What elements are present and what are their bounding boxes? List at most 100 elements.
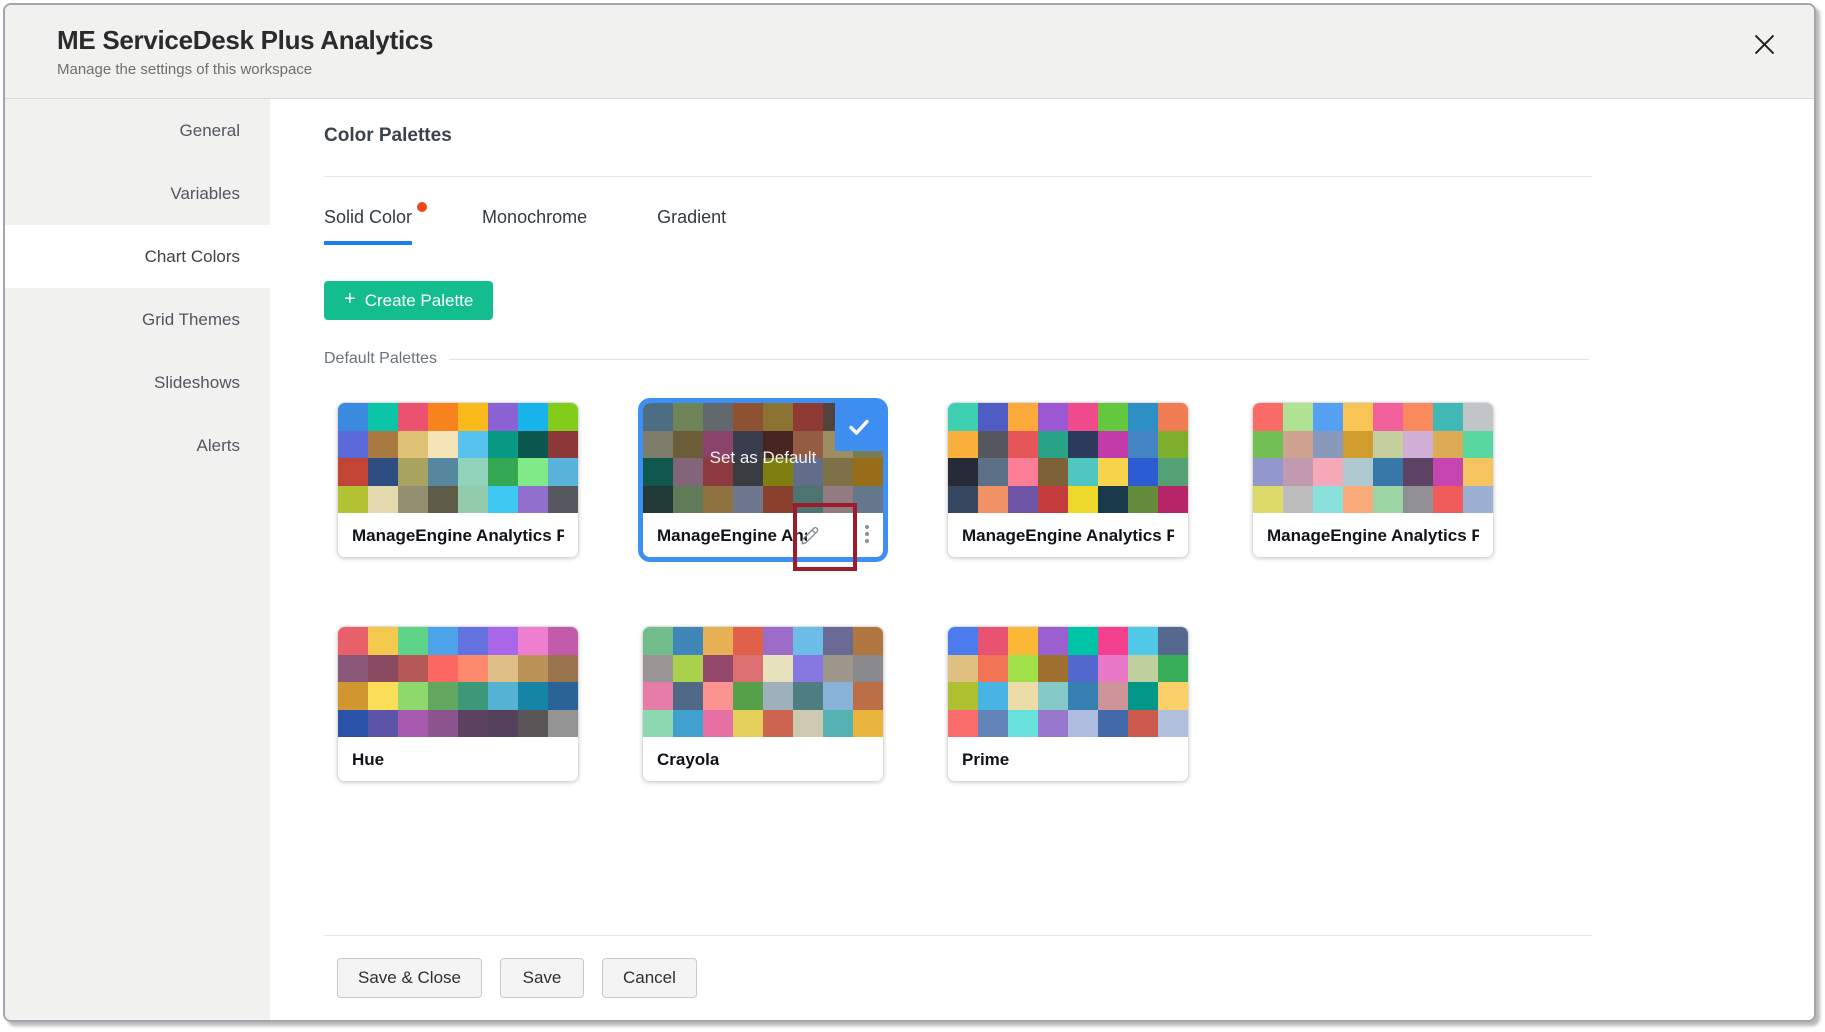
color-swatch	[1038, 486, 1068, 514]
color-swatch	[428, 627, 458, 655]
color-swatch	[1343, 403, 1373, 431]
palette-card[interactable]: Crayola	[642, 626, 884, 782]
tab-solid-color[interactable]: Solid Color	[324, 207, 412, 245]
color-swatch	[1098, 627, 1128, 655]
color-swatch	[703, 655, 733, 683]
color-swatch	[1038, 458, 1068, 486]
color-swatch	[733, 627, 763, 655]
color-swatch	[338, 458, 368, 486]
save-button[interactable]: Save	[500, 958, 584, 998]
sidebar-item-general[interactable]: General	[5, 99, 270, 162]
color-swatch	[823, 655, 853, 683]
more-options-kebab-icon[interactable]	[863, 525, 871, 543]
color-swatch	[518, 403, 548, 431]
color-swatch	[733, 682, 763, 710]
save-close-button[interactable]: Save & Close	[337, 958, 482, 998]
color-swatch	[458, 682, 488, 710]
palette-card[interactable]: ManageEngine Analytics Palette	[337, 402, 579, 558]
cancel-button[interactable]: Cancel	[602, 958, 697, 998]
color-swatch	[338, 710, 368, 738]
sidebar-item-grid-themes[interactable]: Grid Themes	[5, 288, 270, 351]
color-swatch	[1313, 431, 1343, 459]
color-swatch	[643, 655, 673, 683]
palette-card[interactable]: ManageEngine Analytics Palette	[947, 402, 1189, 558]
color-swatch	[1158, 458, 1188, 486]
edit-palette-button[interactable]	[795, 521, 825, 551]
notification-dot-icon	[417, 202, 427, 212]
palette-name-row: ManageEngine Analytics Palette	[643, 513, 883, 558]
color-swatch	[338, 486, 368, 514]
color-swatch	[948, 627, 978, 655]
palette-card[interactable]: Set as Default ManageEngine Analytics Pal…	[642, 402, 884, 558]
color-swatch	[673, 682, 703, 710]
color-swatch	[763, 655, 793, 683]
tab-gradient[interactable]: Gradient	[657, 207, 726, 245]
palette-name-row: ManageEngine Analytics Palette	[338, 513, 578, 558]
color-swatch	[428, 710, 458, 738]
color-swatch	[1008, 403, 1038, 431]
color-swatch	[398, 458, 428, 486]
section-title: Color Palettes	[324, 125, 452, 147]
color-swatch	[948, 710, 978, 738]
color-swatch	[1158, 403, 1188, 431]
sidebar-item-chart-colors[interactable]: Chart Colors	[5, 225, 270, 288]
palette-grid: ManageEngine Analytics PaletteSet as Def…	[337, 402, 1494, 782]
color-swatch	[1158, 627, 1188, 655]
default-palettes-header: Default Palettes	[324, 350, 1589, 368]
color-swatch	[823, 710, 853, 738]
color-swatch	[1098, 458, 1128, 486]
check-icon	[847, 415, 871, 439]
palette-name: ManageEngine Analytics Palette	[352, 526, 564, 546]
color-swatch	[548, 710, 578, 738]
color-swatch	[338, 682, 368, 710]
color-swatch	[853, 655, 883, 683]
color-swatch	[368, 403, 398, 431]
color-swatch	[1158, 710, 1188, 738]
color-swatch	[518, 655, 548, 683]
palette-swatch-grid	[338, 627, 578, 737]
color-swatch	[1158, 431, 1188, 459]
color-swatch	[1283, 403, 1313, 431]
palette-name: Hue	[352, 750, 384, 770]
sidebar-item-slideshows[interactable]: Slideshows	[5, 351, 270, 414]
palette-card[interactable]: ManageEngine Analytics Palette	[1252, 402, 1494, 558]
color-swatch	[978, 403, 1008, 431]
palette-swatch-grid	[338, 403, 578, 513]
color-swatch	[518, 627, 548, 655]
color-swatch	[1038, 431, 1068, 459]
sidebar-item-alerts[interactable]: Alerts	[5, 414, 270, 477]
color-swatch	[1373, 431, 1403, 459]
palette-card[interactable]: Prime	[947, 626, 1189, 782]
color-swatch	[1283, 458, 1313, 486]
palette-name-row: ManageEngine Analytics Palette	[1253, 513, 1493, 558]
color-swatch	[1038, 682, 1068, 710]
color-swatch	[488, 431, 518, 459]
color-swatch	[488, 627, 518, 655]
tab-monochrome[interactable]: Monochrome	[482, 207, 587, 245]
color-swatch	[1098, 682, 1128, 710]
color-swatch	[793, 710, 823, 738]
color-swatch	[488, 710, 518, 738]
color-swatch	[428, 431, 458, 459]
color-swatch	[428, 458, 458, 486]
color-swatch	[1373, 486, 1403, 514]
sidebar-item-variables[interactable]: Variables	[5, 162, 270, 225]
set-as-default-label: Set as Default	[710, 448, 817, 468]
color-swatch	[1068, 627, 1098, 655]
color-swatch	[1313, 458, 1343, 486]
close-button[interactable]	[1744, 27, 1784, 67]
create-palette-button[interactable]: + Create Palette	[324, 281, 493, 320]
section-divider	[324, 176, 1592, 177]
footer-divider	[324, 935, 1592, 936]
color-swatch	[548, 655, 578, 683]
selected-check-badge	[835, 403, 883, 451]
color-swatch	[398, 403, 428, 431]
color-swatch	[1373, 458, 1403, 486]
color-swatch	[948, 458, 978, 486]
color-swatch	[1068, 458, 1098, 486]
palette-card[interactable]: Hue	[337, 626, 579, 782]
color-swatch	[1463, 458, 1493, 486]
color-swatch	[518, 486, 548, 514]
color-swatch	[733, 655, 763, 683]
color-swatch	[948, 655, 978, 683]
